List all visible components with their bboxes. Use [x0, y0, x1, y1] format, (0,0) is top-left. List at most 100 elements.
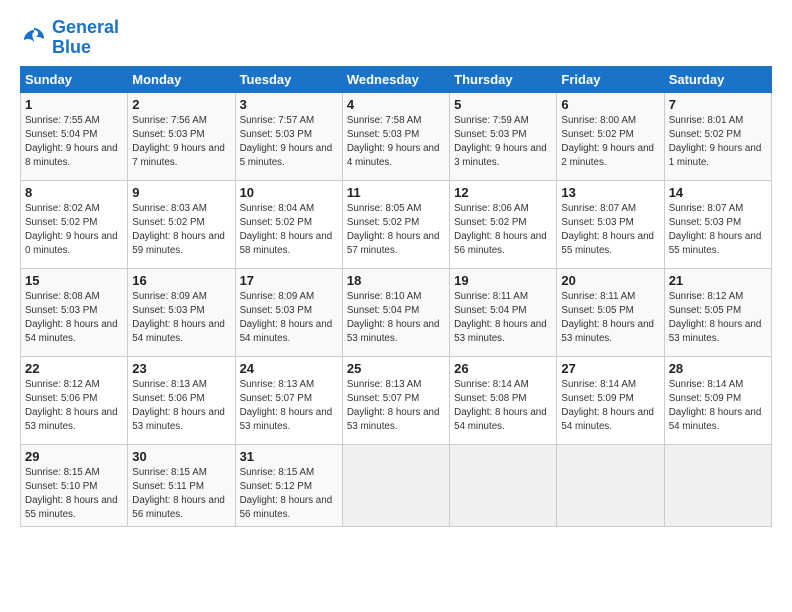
day-info: Sunrise: 8:01 AMSunset: 5:02 PMDaylight:…: [669, 114, 767, 171]
day-number: 26: [454, 361, 552, 376]
day-info: Sunrise: 8:14 AMSunset: 5:09 PMDaylight:…: [561, 378, 659, 435]
table-row: [557, 444, 664, 527]
day-number: 14: [669, 185, 767, 200]
day-info: Sunrise: 8:15 AMSunset: 5:11 PMDaylight:…: [132, 466, 230, 523]
table-row: 15Sunrise: 8:08 AMSunset: 5:03 PMDayligh…: [21, 268, 128, 356]
day-info: Sunrise: 8:07 AMSunset: 5:03 PMDaylight:…: [561, 202, 659, 259]
table-row: 25 Sunrise: 8:13 AMSunset: 5:07 PMDayligh…: [342, 356, 449, 444]
table-row: 9 Sunrise: 8:03 AMSunset: 5:02 PMDaylight…: [128, 180, 235, 268]
table-row: 16Sunrise: 8:09 AMSunset: 5:03 PMDayligh…: [128, 268, 235, 356]
day-info: Sunrise: 8:04 AMSunset: 5:02 PMDaylight:…: [240, 202, 338, 259]
day-info: Sunrise: 7:58 AMSunset: 5:03 PMDaylight:…: [347, 114, 445, 171]
day-info: Sunrise: 8:15 AMSunset: 5:10 PMDaylight:…: [25, 466, 123, 523]
day-number: 28: [669, 361, 767, 376]
day-info: Sunrise: 8:03 AMSunset: 5:02 PMDaylight:…: [132, 202, 230, 259]
calendar-header-row: Sunday Monday Tuesday Wednesday Thursday…: [21, 66, 772, 92]
day-info: Sunrise: 8:11 AMSunset: 5:04 PMDaylight:…: [454, 290, 552, 347]
col-wednesday: Wednesday: [342, 66, 449, 92]
table-row: 10 Sunrise: 8:04 AMSunset: 5:02 PMDayligh…: [235, 180, 342, 268]
day-number: 6: [561, 97, 659, 112]
logo-text: General Blue: [52, 18, 119, 58]
table-row: 24Sunrise: 8:13 AMSunset: 5:07 PMDayligh…: [235, 356, 342, 444]
table-row: 28 Sunrise: 8:14 AMSunset: 5:09 PMDayligh…: [664, 356, 771, 444]
day-number: 22: [25, 361, 123, 376]
table-row: 20 Sunrise: 8:11 AMSunset: 5:05 PMDayligh…: [557, 268, 664, 356]
col-friday: Friday: [557, 66, 664, 92]
table-row: 21 Sunrise: 8:12 AMSunset: 5:05 PMDayligh…: [664, 268, 771, 356]
day-number: 17: [240, 273, 338, 288]
table-row: 23 Sunrise: 8:13 AMSunset: 5:06 PMDayligh…: [128, 356, 235, 444]
table-row: 19 Sunrise: 8:11 AMSunset: 5:04 PMDayligh…: [450, 268, 557, 356]
table-row: [342, 444, 449, 527]
table-row: 17Sunrise: 8:09 AMSunset: 5:03 PMDayligh…: [235, 268, 342, 356]
table-row: 12 Sunrise: 8:06 AMSunset: 5:02 PMDayligh…: [450, 180, 557, 268]
day-number: 4: [347, 97, 445, 112]
calendar-week-row: 8 Sunrise: 8:02 AMSunset: 5:02 PMDaylight…: [21, 180, 772, 268]
day-number: 12: [454, 185, 552, 200]
day-number: 18: [347, 273, 445, 288]
day-info: Sunrise: 8:12 AMSunset: 5:05 PMDaylight:…: [669, 290, 767, 347]
day-info: Sunrise: 8:12 AMSunset: 5:06 PMDaylight:…: [25, 378, 123, 435]
table-row: 2Sunrise: 7:56 AMSunset: 5:03 PMDaylight…: [128, 92, 235, 180]
day-info: Sunrise: 8:13 AMSunset: 5:06 PMDaylight:…: [132, 378, 230, 435]
day-info: Sunrise: 8:15 AMSunset: 5:12 PMDaylight:…: [240, 466, 338, 523]
table-row: 26 Sunrise: 8:14 AMSunset: 5:08 PMDayligh…: [450, 356, 557, 444]
day-info: Sunrise: 8:02 AMSunset: 5:02 PMDaylight:…: [25, 202, 123, 259]
calendar-week-row: 1Sunrise: 7:55 AMSunset: 5:04 PMDaylight…: [21, 92, 772, 180]
table-row: 1Sunrise: 7:55 AMSunset: 5:04 PMDaylight…: [21, 92, 128, 180]
logo-icon: [20, 24, 48, 52]
day-info: Sunrise: 8:13 AMSunset: 5:07 PMDaylight:…: [347, 378, 445, 435]
table-row: 22 Sunrise: 8:12 AMSunset: 5:06 PMDayligh…: [21, 356, 128, 444]
calendar-week-row: 29 Sunrise: 8:15 AMSunset: 5:10 PMDayligh…: [21, 444, 772, 527]
table-row: 3 Sunrise: 7:57 AMSunset: 5:03 PMDaylight…: [235, 92, 342, 180]
day-number: 7: [669, 97, 767, 112]
day-number: 8: [25, 185, 123, 200]
day-number: 5: [454, 97, 552, 112]
day-info: Sunrise: 8:06 AMSunset: 5:02 PMDaylight:…: [454, 202, 552, 259]
table-row: 14 Sunrise: 8:07 AMSunset: 5:03 PMDayligh…: [664, 180, 771, 268]
day-number: 15: [25, 273, 123, 288]
day-number: 13: [561, 185, 659, 200]
day-info: Sunrise: 8:14 AMSunset: 5:09 PMDaylight:…: [669, 378, 767, 435]
day-info: Sunrise: 7:59 AMSunset: 5:03 PMDaylight:…: [454, 114, 552, 171]
table-row: [450, 444, 557, 527]
col-monday: Monday: [128, 66, 235, 92]
col-thursday: Thursday: [450, 66, 557, 92]
table-row: 4 Sunrise: 7:58 AMSunset: 5:03 PMDaylight…: [342, 92, 449, 180]
table-row: 7 Sunrise: 8:01 AMSunset: 5:02 PMDaylight…: [664, 92, 771, 180]
table-row: 5 Sunrise: 7:59 AMSunset: 5:03 PMDaylight…: [450, 92, 557, 180]
table-row: 31Sunrise: 8:15 AMSunset: 5:12 PMDayligh…: [235, 444, 342, 527]
day-number: 10: [240, 185, 338, 200]
table-row: 6Sunrise: 8:00 AMSunset: 5:02 PMDaylight…: [557, 92, 664, 180]
day-number: 27: [561, 361, 659, 376]
day-number: 23: [132, 361, 230, 376]
day-info: Sunrise: 8:10 AMSunset: 5:04 PMDaylight:…: [347, 290, 445, 347]
day-info: Sunrise: 8:11 AMSunset: 5:05 PMDaylight:…: [561, 290, 659, 347]
logo: General Blue: [20, 18, 119, 58]
calendar-week-row: 22 Sunrise: 8:12 AMSunset: 5:06 PMDayligh…: [21, 356, 772, 444]
day-number: 20: [561, 273, 659, 288]
col-saturday: Saturday: [664, 66, 771, 92]
table-row: 18 Sunrise: 8:10 AMSunset: 5:04 PMDayligh…: [342, 268, 449, 356]
col-tuesday: Tuesday: [235, 66, 342, 92]
day-number: 9: [132, 185, 230, 200]
day-number: 19: [454, 273, 552, 288]
day-info: Sunrise: 8:07 AMSunset: 5:03 PMDaylight:…: [669, 202, 767, 259]
day-info: Sunrise: 8:13 AMSunset: 5:07 PMDaylight:…: [240, 378, 338, 435]
day-info: Sunrise: 7:57 AMSunset: 5:03 PMDaylight:…: [240, 114, 338, 171]
table-row: 30Sunrise: 8:15 AMSunset: 5:11 PMDayligh…: [128, 444, 235, 527]
day-info: Sunrise: 8:05 AMSunset: 5:02 PMDaylight:…: [347, 202, 445, 259]
day-number: 29: [25, 449, 123, 464]
day-number: 25: [347, 361, 445, 376]
day-number: 21: [669, 273, 767, 288]
calendar-week-row: 15Sunrise: 8:08 AMSunset: 5:03 PMDayligh…: [21, 268, 772, 356]
table-row: [664, 444, 771, 527]
table-row: 27 Sunrise: 8:14 AMSunset: 5:09 PMDayligh…: [557, 356, 664, 444]
day-number: 3: [240, 97, 338, 112]
day-info: Sunrise: 8:14 AMSunset: 5:08 PMDaylight:…: [454, 378, 552, 435]
day-info: Sunrise: 8:09 AMSunset: 5:03 PMDaylight:…: [132, 290, 230, 347]
day-number: 1: [25, 97, 123, 112]
header: General Blue: [20, 18, 772, 58]
table-row: 29 Sunrise: 8:15 AMSunset: 5:10 PMDayligh…: [21, 444, 128, 527]
table-row: 11Sunrise: 8:05 AMSunset: 5:02 PMDayligh…: [342, 180, 449, 268]
